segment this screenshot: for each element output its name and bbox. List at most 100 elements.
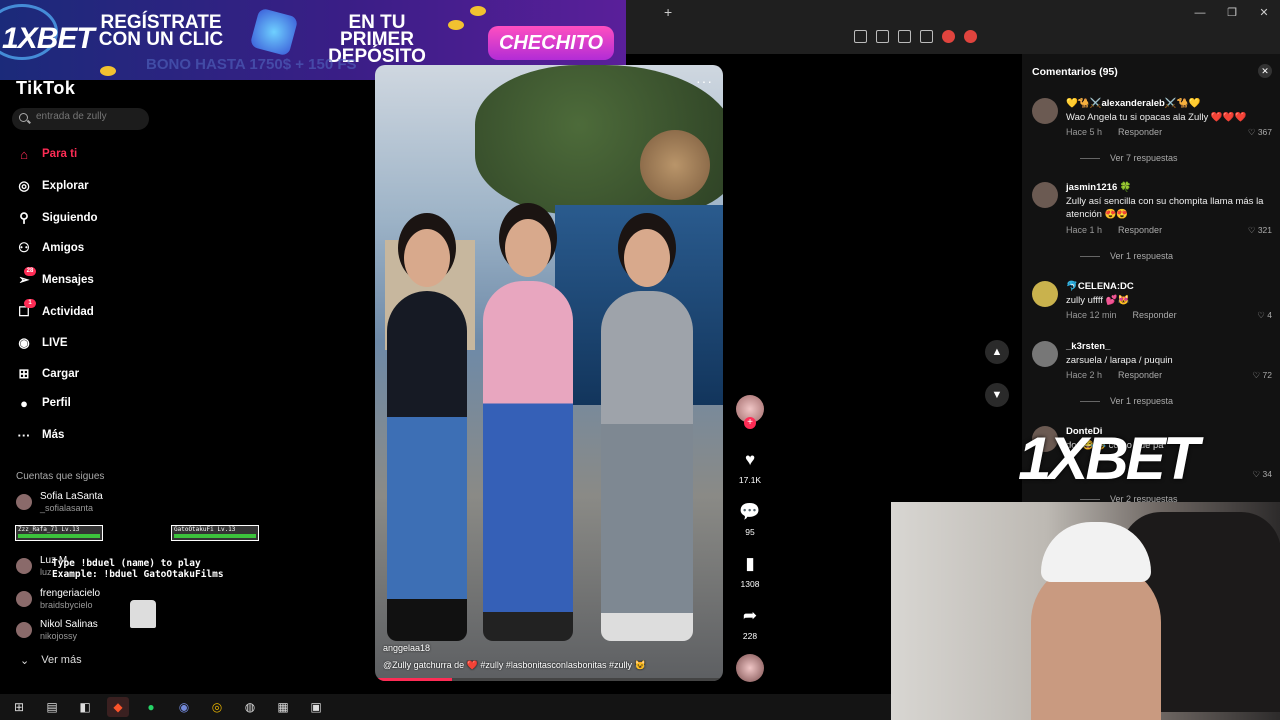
nav-mensajes[interactable]: ➢ 28 Mensajes <box>16 267 94 290</box>
reply-button[interactable]: Responder <box>1133 310 1177 320</box>
messages-badge: 28 <box>24 267 36 276</box>
ad-cta-button: CHECHITO <box>488 26 614 60</box>
save-button[interactable]: ▮ 1308 <box>732 551 768 589</box>
coin-icon <box>470 6 486 16</box>
toolbar-icon[interactable] <box>898 30 911 43</box>
restore-icon[interactable]: ❐ <box>1216 0 1248 26</box>
coin-icon <box>100 66 116 76</box>
player-hp-bar: Zzz_Rafa_71 Lv.13 <box>15 525 103 541</box>
video-person <box>483 219 573 641</box>
discord-icon[interactable]: ◉ <box>173 697 195 717</box>
avatar[interactable] <box>1032 281 1058 307</box>
video-scene <box>640 130 710 200</box>
nav-amigos[interactable]: ⚇ Amigos <box>16 238 84 258</box>
view-replies-button[interactable]: Ver 1 respuesta <box>1080 396 1173 406</box>
comment-likes[interactable]: ♡ 4 <box>1257 310 1272 321</box>
hp-fill <box>174 534 256 538</box>
tiktok-logo[interactable]: TikTok <box>16 78 75 99</box>
comment-text: Wao Angela tu si opacas ala Zully ❤️❤️❤️ <box>1066 112 1247 123</box>
nav-label: Amigos <box>42 242 85 254</box>
calculator-icon[interactable]: ▦ <box>272 697 294 717</box>
brave-rewards-icon[interactable] <box>964 30 977 43</box>
close-icon[interactable]: ✕ <box>1258 64 1272 78</box>
send-icon: ➢ 28 <box>16 267 36 288</box>
comment-user[interactable]: _k3rsten_ <box>1066 341 1110 352</box>
nav-label: Actividad <box>42 306 94 318</box>
see-more-button[interactable]: ⌄ Ver más <box>20 654 82 667</box>
following-account[interactable]: Nikol Salinas nikojossy <box>16 617 98 643</box>
player-name: GatoOtakuFi Lv.13 <box>174 526 236 533</box>
comment-button[interactable]: 💬 95 <box>732 499 768 537</box>
new-tab-button[interactable]: + <box>664 4 672 20</box>
comment-text: zarsuela / larapa / puquin <box>1066 355 1173 366</box>
reply-button[interactable]: Responder <box>1118 127 1162 137</box>
toolbar-icon[interactable] <box>854 30 867 43</box>
brave-shield-icon[interactable] <box>942 30 955 43</box>
reply-button[interactable]: Responder <box>1118 225 1162 235</box>
search-input[interactable] <box>36 111 144 122</box>
brave-browser-icon[interactable]: ◆ <box>107 697 129 717</box>
avatar <box>16 558 32 574</box>
next-video-button[interactable]: ▼ <box>985 383 1009 407</box>
nav-mas[interactable]: ··· Más <box>16 425 65 445</box>
comment-likes[interactable]: ♡ 367 <box>1248 127 1272 138</box>
video-player[interactable]: ··· anggelaa18 @Zully gatchurra de ❤️ #z… <box>375 65 723 681</box>
obs-icon[interactable]: ◍ <box>239 697 261 717</box>
comment-user[interactable]: 🐬CELENA:DC <box>1066 281 1134 292</box>
nav-label: Mensajes <box>42 274 94 286</box>
hp-fill <box>18 534 100 538</box>
comment-user[interactable]: jasmin1216 🍀 <box>1066 182 1132 193</box>
compass-icon: ◎ <box>18 178 30 193</box>
following-account[interactable]: frengeriacielo braidsbycielo <box>16 586 100 612</box>
whatsapp-icon[interactable]: ● <box>140 697 162 717</box>
account-handle: _sofialasanta <box>40 502 94 513</box>
avatar[interactable] <box>1032 182 1058 208</box>
video-author[interactable]: anggelaa18 <box>383 643 430 653</box>
video-progress-bar[interactable] <box>375 678 723 681</box>
like-button[interactable]: ♥ 17.1K <box>732 447 768 485</box>
comment-likes[interactable]: ♡ 72 <box>1253 370 1272 381</box>
comment-likes[interactable]: ♡ 321 <box>1248 225 1272 236</box>
creator-avatar[interactable]: + <box>736 395 764 429</box>
nav-live[interactable]: ◉ LIVE <box>16 333 67 353</box>
avatar[interactable] <box>1032 341 1058 367</box>
nav-perfil[interactable]: ● Perfil <box>16 393 71 413</box>
chrome-icon[interactable]: ◎ <box>206 697 228 717</box>
player-name: Zzz_Rafa_71 Lv.13 <box>18 526 80 533</box>
video-options-icon[interactable]: ··· <box>696 73 713 89</box>
avatar[interactable] <box>1032 98 1058 124</box>
minimize-icon[interactable]: — <box>1184 0 1216 26</box>
comment-likes[interactable]: ♡ 34 <box>1253 469 1272 480</box>
sound-avatar[interactable] <box>736 654 764 682</box>
follow-plus-icon[interactable]: + <box>744 417 756 429</box>
comments-header: Comentarios (95) <box>1032 66 1118 78</box>
avatar <box>16 622 32 638</box>
nav-para-ti[interactable]: ⌂ Para ti <box>16 144 77 164</box>
nav-actividad[interactable]: ☐ 1 Actividad <box>16 299 94 322</box>
nav-explorar[interactable]: ◎ Explorar <box>16 176 88 196</box>
account-name: frengeriacielo <box>40 587 101 599</box>
friends-icon: ⚇ <box>18 240 30 255</box>
avatar <box>16 494 32 510</box>
share-button[interactable]: ➦ 228 <box>732 603 768 641</box>
file-explorer-icon[interactable]: ▤ <box>41 697 63 717</box>
video-progress-fill <box>375 678 452 681</box>
app-icon[interactable]: ▣ <box>305 697 327 717</box>
avatar <box>16 591 32 607</box>
share-icon[interactable] <box>920 30 933 43</box>
close-window-icon[interactable]: ✕ <box>1248 0 1280 26</box>
nav-cargar[interactable]: ⊞ Cargar <box>16 364 80 384</box>
chevron-up-icon: ▲ <box>991 346 1003 358</box>
previous-video-button[interactable]: ▲ <box>985 340 1009 364</box>
reply-button[interactable]: Responder <box>1118 370 1162 380</box>
search-box[interactable] <box>12 108 149 130</box>
following-account[interactable]: Sofia LaSanta _sofialasanta <box>16 489 103 515</box>
store-icon[interactable]: ◧ <box>74 697 96 717</box>
view-replies-button[interactable]: Ver 7 respuestas <box>1080 153 1178 163</box>
toolbar-icon[interactable] <box>876 30 889 43</box>
windows-start-icon[interactable]: ⊞ <box>8 697 30 717</box>
webcam-feed <box>891 502 1280 720</box>
nav-siguiendo[interactable]: ⚲ Siguiendo <box>16 208 97 228</box>
view-replies-button[interactable]: Ver 1 respuesta <box>1080 251 1173 261</box>
comment-user[interactable]: 💛🐪⚔️alexanderaleb⚔️🐪💛 <box>1066 98 1200 109</box>
